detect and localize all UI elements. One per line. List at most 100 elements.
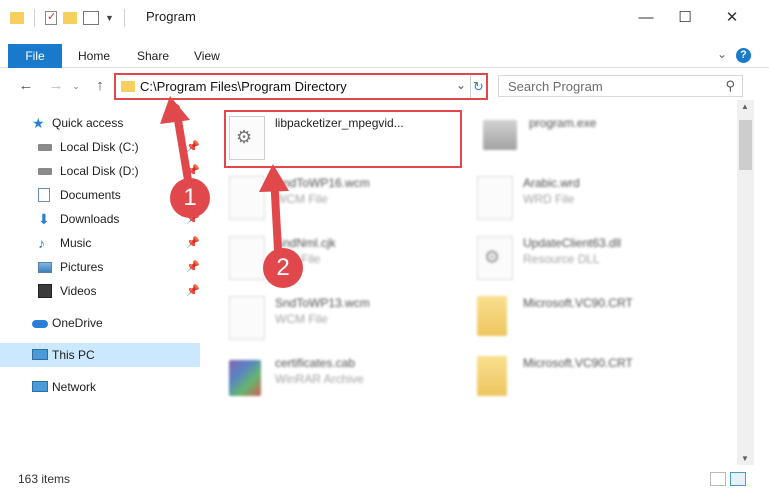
file-name: Microsoft.VC90.CRT [523,356,633,370]
document-icon [229,236,265,280]
sidebar-item-downloads[interactable]: ⬇ Downloads 📌 [0,207,200,231]
sidebar-item-label: Local Disk (C:) [60,140,139,154]
pin-icon[interactable]: 📌 [186,279,200,303]
details-view-icon[interactable] [710,472,726,486]
sidebar-item-music[interactable]: ♪ Music 📌 [0,231,200,255]
up-arrow-icon[interactable]: ↑ [90,76,110,96]
scroll-thumb[interactable] [739,120,752,170]
file-name: UpdateClient63.dll [523,236,622,250]
folder-icon[interactable] [10,12,24,24]
sidebar-item-local-disk-c[interactable]: Local Disk (C:) 📌 [0,135,200,159]
list-item[interactable]: SndToWP13.wcm WCM File [229,292,469,352]
close-button[interactable]: ✕ [722,8,742,28]
list-item[interactable]: ⚙ UpdateClient63.dll Resource DLL [477,232,717,292]
sidebar-item-label: Local Disk (D:) [60,164,139,178]
large-icons-view-icon[interactable] [730,472,746,486]
drive-icon [38,168,52,175]
maximize-button[interactable]: ☐ [675,8,695,28]
file-name: Arabic.wrd [523,176,580,190]
collapse-ribbon-icon[interactable]: ⌄ [717,47,727,61]
properties-icon[interactable]: ✓ [45,11,57,25]
pin-icon[interactable]: 📌 [186,255,200,279]
sidebar-item-label: Music [60,236,92,250]
forward-arrow-icon[interactable]: → [46,76,66,96]
address-bar[interactable]: C:\Program Files\Program Directory ⌄ ↻ [114,73,488,100]
search-input[interactable]: Search Program ⚲ [498,75,743,97]
minimize-button[interactable]: — [636,8,656,28]
scroll-down-icon[interactable]: ▼ [741,454,749,463]
back-arrow-icon[interactable]: ← [16,76,36,96]
navigation-bar: ← → ⌄ ↑ C:\Program Files\Program Directo… [0,72,769,100]
navigation-pane: ★ Quick access Local Disk (C:) 📌 Local D… [0,107,205,465]
divider [34,9,35,27]
search-icon[interactable]: ⚲ [725,78,735,94]
list-item[interactable]: certificates.cab WinRAR Archive [229,352,469,412]
cloud-icon [32,320,48,328]
pin-icon[interactable]: 📌 [186,135,200,159]
sidebar-item-label: Pictures [60,260,104,274]
sidebar-item-videos[interactable]: Videos 📌 [0,279,200,303]
file-type: WRD File [523,192,575,206]
document-icon [229,296,265,340]
list-item[interactable]: program.exe [483,112,723,172]
sidebar-item-onedrive[interactable]: OneDrive [0,311,200,335]
highlight-box [224,110,462,168]
tab-view[interactable]: View [194,44,220,68]
file-name: program.exe [529,116,597,130]
refresh-icon[interactable]: ↻ [470,75,486,98]
file-name: SndToWP13.wcm [275,296,370,310]
network-icon [32,381,48,392]
new-folder-icon[interactable] [63,12,77,24]
file-type: WCM File [275,312,328,326]
document-icon [477,176,513,220]
file-name: Microsoft.VC90.CRT [523,296,633,310]
pin-icon[interactable]: 📌 [186,231,200,255]
title-bar: ✓ ▼ Program — ☐ ✕ [0,0,769,34]
sidebar-item-label: Quick access [52,116,124,130]
exe-icon [483,120,517,150]
divider [123,9,125,27]
tab-file[interactable]: File [8,44,62,68]
search-placeholder: Search Program [508,79,603,94]
sidebar-item-this-pc[interactable]: This PC [0,343,200,367]
status-bar: 163 items [0,470,769,491]
gear-file-icon: ⚙ [477,236,513,280]
sidebar-item-label: Videos [60,284,97,298]
sidebar-item-label: Downloads [60,212,120,226]
file-name: SndToWP16.wcm [275,176,370,190]
chevron-down-icon[interactable]: ▼ [105,13,114,23]
ribbon: File Home Share View ⌄ ? [0,44,769,68]
pictures-icon [38,262,52,273]
sidebar-item-network[interactable]: Network [0,375,200,399]
videos-icon [38,284,52,298]
address-path[interactable]: C:\Program Files\Program Directory [140,79,347,94]
list-item[interactable]: Arabic.wrd WRD File [477,172,717,232]
list-item[interactable]: SndToWP16.wcm WCM File [229,172,469,232]
list-item[interactable]: Microsoft.VC90.CRT [477,352,717,412]
customize-toolbar-icon[interactable] [83,11,99,25]
star-icon: ★ [32,115,45,131]
sidebar-item-local-disk-d[interactable]: Local Disk (D:) 📌 [0,159,200,183]
step-badge-2: 2 [263,248,303,288]
drive-icon [38,144,52,151]
file-type: WinRAR Archive [275,372,364,386]
tab-home[interactable]: Home [78,44,110,68]
vertical-scrollbar[interactable]: ▲ ▼ [737,100,754,465]
sidebar-item-label: Network [52,380,97,394]
computer-icon [32,349,48,360]
recent-locations-icon[interactable]: ⌄ [66,76,86,96]
tab-share[interactable]: Share [137,44,169,68]
document-icon [229,176,265,220]
music-icon: ♪ [38,235,45,251]
help-icon[interactable]: ? [736,48,751,63]
folder-icon [477,296,507,336]
list-item[interactable]: Microsoft.VC90.CRT [477,292,717,352]
sidebar-item-pictures[interactable]: Pictures 📌 [0,255,200,279]
sidebar-item-quick-access[interactable]: ★ Quick access [0,111,200,135]
winrar-icon [229,360,261,396]
item-count: 163 items [18,472,71,486]
scroll-up-icon[interactable]: ▲ [741,102,749,111]
step-badge-1: 1 [170,178,210,218]
chevron-down-icon[interactable]: ⌄ [456,78,466,92]
window-title: Program [146,9,196,24]
